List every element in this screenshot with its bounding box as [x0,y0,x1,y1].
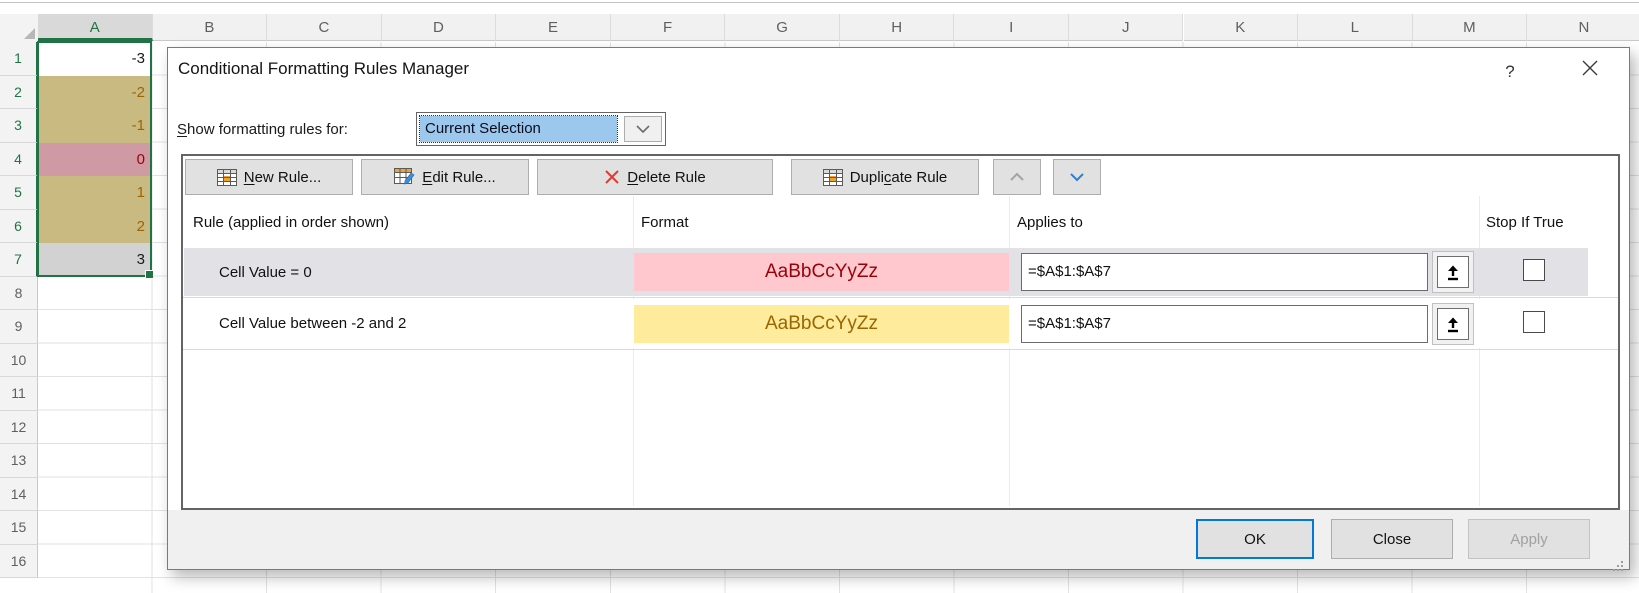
select-all-triangle-icon [24,28,35,39]
dropdown-button[interactable] [624,116,662,142]
delete-rule-x-icon [604,169,620,185]
column-header-G[interactable]: G [725,14,840,41]
column-divider [1479,196,1480,506]
stop-if-true-checkbox[interactable] [1523,311,1545,333]
row-header-14[interactable]: 14 [0,478,38,512]
rule-name: Cell Value = 0 [219,248,312,296]
column-divider [1009,196,1010,506]
duplicate-rule-button[interactable]: Duplicate Rule [791,159,979,195]
rule-row-cell-value-0[interactable]: Cell Value = 0 AaBbCcYyZz =$A$1:$A$7 [183,248,1618,296]
chevron-up-icon [1009,172,1025,182]
column-header-H[interactable]: H [840,14,955,41]
format-preview: AaBbCcYyZz [634,305,1009,343]
column-divider [633,196,634,506]
header-format: Format [641,214,689,231]
row-header-12[interactable]: 12 [0,411,38,445]
fill-handle[interactable] [145,270,154,279]
stop-if-true-checkbox[interactable] [1523,259,1545,281]
rules-list-frame: New Rule... Edit Rule... Delete Rule Dup… [181,154,1620,510]
row-header-1[interactable]: 1 [0,42,38,76]
column-header-E[interactable]: E [496,14,611,41]
applies-to-input[interactable]: =$A$1:$A$7 [1021,305,1428,343]
row-header-9[interactable]: 9 [0,310,38,344]
duplicate-rule-table-icon [823,169,843,186]
row-divider [183,297,1618,298]
column-header-J[interactable]: J [1069,14,1184,41]
column-header-I[interactable]: I [954,14,1069,41]
column-header-L[interactable]: L [1298,14,1413,41]
close-button[interactable]: Close [1331,519,1453,559]
range-picker-button[interactable] [1432,251,1474,293]
edit-rule-button[interactable]: Edit Rule... [361,159,529,195]
dialog-title: Conditional Formatting Rules Manager [178,59,469,79]
rule-name: Cell Value between -2 and 2 [219,299,406,348]
new-rule-button[interactable]: New Rule... [185,159,353,195]
column-header-F[interactable]: F [611,14,726,41]
row-header-6[interactable]: 6 [0,210,38,244]
delete-rule-button[interactable]: Delete Rule [537,159,773,195]
apply-button[interactable]: Apply [1468,519,1590,559]
chevron-down-icon [1069,172,1085,182]
column-header-N[interactable]: N [1527,14,1639,41]
row-header-4[interactable]: 4 [0,143,38,177]
format-preview: AaBbCcYyZz [634,253,1009,291]
header-rule: Rule (applied in order shown) [193,214,389,231]
column-header-B[interactable]: B [153,14,268,41]
row-header-10[interactable]: 10 [0,344,38,378]
edit-rule-icon [394,168,415,186]
row-header-2[interactable]: 2 [0,76,38,110]
row-header-15[interactable]: 15 [0,511,38,545]
row-header-5[interactable]: 5 [0,176,38,210]
show-rules-dropdown[interactable]: Current Selection [416,112,666,146]
selection-outline [37,41,152,277]
show-rules-label: Show formatting rules for: [177,113,348,147]
row-header-8[interactable]: 8 [0,277,38,311]
row-divider [183,349,1618,350]
column-header-C[interactable]: C [267,14,382,41]
close-icon[interactable] [1576,58,1604,86]
move-rule-up-button[interactable] [993,159,1041,195]
collapse-dialog-arrow-icon [1445,264,1461,281]
applies-to-input[interactable]: =$A$1:$A$7 [1021,253,1428,291]
header-applies: Applies to [1017,214,1083,231]
range-picker-button[interactable] [1432,303,1474,345]
column-header-A[interactable]: A [38,14,153,41]
new-rule-table-icon [217,169,237,186]
cf-rules-manager-dialog: Conditional Formatting Rules Manager ? S… [167,47,1630,570]
help-icon[interactable]: ? [1498,60,1522,84]
rule-row-cell-value-between[interactable]: Cell Value between -2 and 2 AaBbCcYyZz =… [183,299,1618,348]
ok-button[interactable]: OK [1196,519,1314,559]
formula-bar-divider [0,2,1639,3]
column-header-M[interactable]: M [1413,14,1528,41]
dropdown-selected-value: Current Selection [420,116,617,142]
resize-grip[interactable] [1621,561,1623,563]
row-header-7[interactable]: 7 [0,243,38,277]
row-header-13[interactable]: 13 [0,444,38,478]
header-stop-if-true: Stop If True [1486,214,1564,231]
select-all-corner[interactable] [0,14,39,43]
collapse-dialog-arrow-icon [1445,316,1461,333]
chevron-down-icon [636,125,650,134]
move-rule-down-button[interactable] [1053,159,1101,195]
row-header-11[interactable]: 11 [0,377,38,411]
row-header-3[interactable]: 3 [0,109,38,143]
column-header-K[interactable]: K [1184,14,1299,41]
row-header-16[interactable]: 16 [0,545,38,579]
excel-window: ABCDEFGHIJKLMN 12345678910111213141516 -… [0,0,1639,593]
column-header-D[interactable]: D [382,14,497,41]
dialog-footer: OK Close Apply [168,510,1629,569]
